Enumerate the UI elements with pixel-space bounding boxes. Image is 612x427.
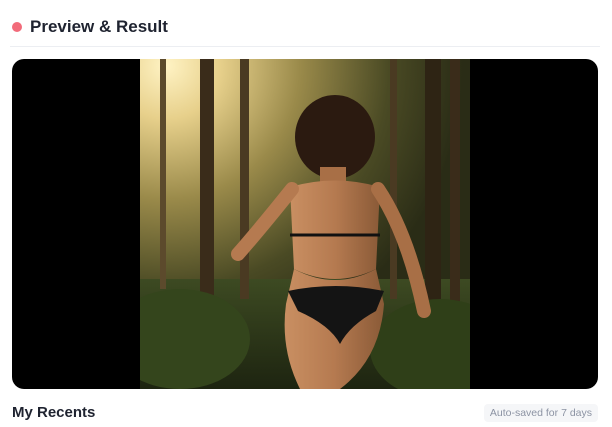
result-image[interactable] xyxy=(140,59,470,389)
divider xyxy=(10,46,600,47)
status-dot xyxy=(12,22,22,32)
recents-title: My Recents xyxy=(12,404,96,421)
section-header: Preview & Result xyxy=(12,10,598,44)
result-image-art xyxy=(140,59,470,389)
autosave-badge: Auto-saved for 7 days xyxy=(483,404,598,422)
section-title: Preview & Result xyxy=(30,17,168,36)
preview-panel[interactable] xyxy=(12,59,598,389)
